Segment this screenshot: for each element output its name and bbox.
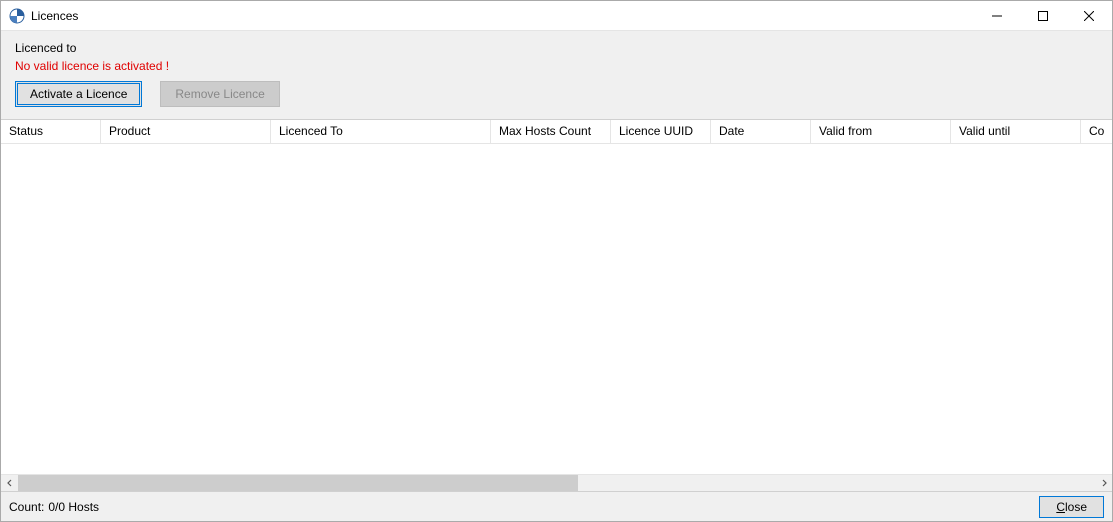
column-header[interactable]: Product bbox=[101, 120, 271, 143]
scroll-right-arrow[interactable] bbox=[1095, 475, 1112, 491]
licenced-to-label: Licenced to bbox=[15, 41, 1098, 55]
count-label: Count: bbox=[9, 500, 44, 514]
column-header[interactable]: Valid from bbox=[811, 120, 951, 143]
column-header[interactable]: Licenced To bbox=[271, 120, 491, 143]
column-header[interactable]: Licence UUID bbox=[611, 120, 711, 143]
column-header[interactable]: Co bbox=[1081, 120, 1112, 143]
close-button[interactable]: Close bbox=[1039, 496, 1104, 518]
licence-table: StatusProductLicenced ToMax Hosts CountL… bbox=[1, 120, 1112, 491]
remove-licence-button: Remove Licence bbox=[160, 81, 279, 107]
scroll-left-arrow[interactable] bbox=[1, 475, 18, 491]
scroll-thumb[interactable] bbox=[18, 475, 578, 491]
table-header-row: StatusProductLicenced ToMax Hosts CountL… bbox=[1, 120, 1112, 144]
no-valid-licence-warning: No valid licence is activated ! bbox=[15, 59, 1098, 73]
minimize-button[interactable] bbox=[974, 1, 1020, 31]
licences-window: Licences Licenced to No valid licence is… bbox=[0, 0, 1113, 522]
horizontal-scrollbar[interactable] bbox=[1, 474, 1112, 491]
header-panel: Licenced to No valid licence is activate… bbox=[1, 31, 1112, 120]
window-title: Licences bbox=[31, 9, 78, 23]
close-window-button[interactable] bbox=[1066, 1, 1112, 31]
app-icon bbox=[9, 8, 25, 24]
activate-licence-button[interactable]: Activate a Licence bbox=[15, 81, 142, 107]
column-header[interactable]: Max Hosts Count bbox=[491, 120, 611, 143]
titlebar: Licences bbox=[1, 1, 1112, 31]
column-header[interactable]: Valid until bbox=[951, 120, 1081, 143]
scroll-track[interactable] bbox=[18, 475, 1095, 491]
maximize-button[interactable] bbox=[1020, 1, 1066, 31]
footer: Count: 0/0 Hosts Close bbox=[1, 491, 1112, 521]
column-header[interactable]: Date bbox=[711, 120, 811, 143]
table-body bbox=[1, 144, 1112, 474]
column-header[interactable]: Status bbox=[1, 120, 101, 143]
count-value: 0/0 Hosts bbox=[48, 500, 99, 514]
